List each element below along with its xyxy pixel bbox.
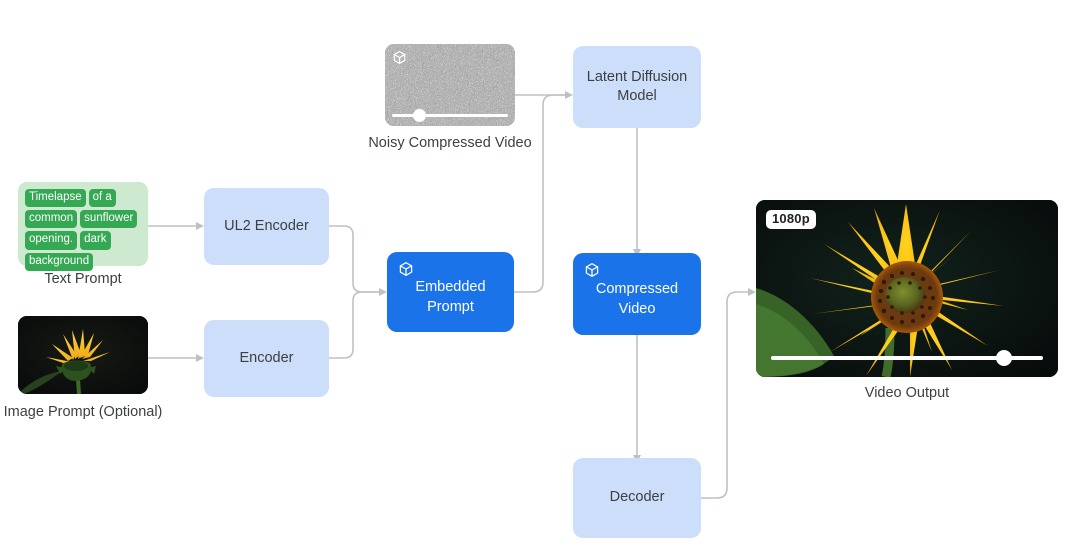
resolution-badge: 1080p xyxy=(766,210,816,230)
diagram-canvas: Timelapse of a common sunflower opening.… xyxy=(0,0,1080,552)
video-output-caption: Video Output xyxy=(864,385,950,401)
prompt-chip[interactable]: dark xyxy=(80,231,111,250)
wire-encoder-to-embedded xyxy=(329,291,379,359)
ul2-encoder-label: UL2 Encoder xyxy=(224,217,309,234)
arrowhead-output-in xyxy=(748,288,756,296)
node-decoder[interactable]: Decoder xyxy=(573,458,701,538)
arrowhead-embedded-in xyxy=(379,288,387,296)
noisy-video-caption-line2: Video xyxy=(494,135,532,151)
compressed-video-label-line1: Compressed xyxy=(595,281,679,298)
prompt-chip[interactable]: sunflower xyxy=(80,210,138,229)
node-latent-diffusion-model[interactable]: Latent Diffusion Model xyxy=(573,46,701,128)
decoder-label: Decoder xyxy=(609,489,665,506)
arrowhead-ldm-in xyxy=(565,91,573,99)
embedded-prompt-label-line1: Embedded xyxy=(415,279,486,296)
node-ul2-encoder[interactable]: UL2 Encoder xyxy=(204,188,329,265)
cube-icon xyxy=(392,50,407,65)
prompt-chip[interactable]: opening. xyxy=(25,231,78,250)
wire-ul2-to-embedded xyxy=(329,225,379,293)
image-prompt-artwork xyxy=(18,316,148,394)
video-output-thumbnail[interactable]: 1080p xyxy=(756,200,1058,377)
node-encoder[interactable]: Encoder xyxy=(204,320,329,397)
cube-icon xyxy=(398,261,414,283)
wire-embedded-to-ldm xyxy=(514,94,565,293)
wire-decoder-to-output xyxy=(701,291,748,499)
noisy-compressed-video-thumbnail[interactable] xyxy=(385,44,515,126)
node-embedded-prompt[interactable]: Embedded Prompt xyxy=(387,252,514,332)
prompt-chip[interactable]: of a xyxy=(88,189,116,208)
text-prompt-card[interactable]: Timelapse of a common sunflower opening.… xyxy=(18,182,148,271)
image-prompt-thumbnail[interactable] xyxy=(18,316,148,394)
arrowhead-encoder-in xyxy=(196,354,204,362)
node-compressed-video[interactable]: Compressed Video xyxy=(573,253,701,335)
ldm-label-line1: Latent Diffusion xyxy=(586,68,688,85)
noisy-video-progress-thumb[interactable] xyxy=(413,109,426,122)
arrowhead-ul2-in xyxy=(196,222,204,230)
image-prompt-caption-line2: (Optional) xyxy=(98,404,163,420)
embedded-prompt-label-line2: Prompt xyxy=(427,298,474,315)
encoder-label: Encoder xyxy=(239,349,294,366)
prompt-chip[interactable]: common xyxy=(25,210,78,229)
prompt-chip[interactable]: Timelapse xyxy=(25,189,86,208)
noisy-video-caption: Noisy Compressed Video xyxy=(365,133,535,154)
image-prompt-caption: Image Prompt (Optional) xyxy=(0,402,166,423)
noisy-video-caption-line1: Noisy Compressed xyxy=(368,135,491,151)
text-prompt-caption: Text Prompt xyxy=(44,271,122,287)
compressed-video-label-line2: Video xyxy=(618,300,656,317)
noisy-video-progress-track[interactable] xyxy=(392,114,508,117)
image-prompt-caption-line1: Image Prompt xyxy=(3,404,95,420)
cube-icon xyxy=(584,262,600,284)
video-output-progress-thumb[interactable] xyxy=(996,350,1012,366)
ldm-label-line2: Model xyxy=(617,88,657,104)
